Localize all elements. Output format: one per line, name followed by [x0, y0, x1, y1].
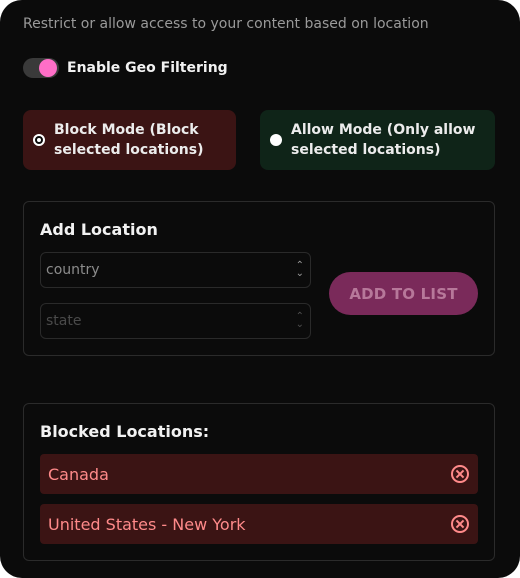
blocked-location-label: Canada [48, 464, 109, 484]
allow-mode-label: Allow Mode (Only allow selected location… [291, 122, 476, 158]
block-mode-radio[interactable] [33, 134, 45, 146]
blocked-location-item: Canada [40, 454, 478, 494]
state-select-value: state [46, 313, 82, 329]
add-location-section: Add Location country ⌃ ⌄ state ⌃ ⌄ ADD TO … [23, 201, 495, 356]
blocked-location-label: United States - New York [48, 514, 246, 534]
add-location-title: Add Location [40, 220, 158, 239]
add-to-list-button[interactable]: ADD TO LIST [329, 272, 478, 315]
block-mode-option[interactable]: Block Mode (Block selected locations) [23, 110, 236, 170]
blocked-locations-title: Blocked Locations: [40, 422, 210, 441]
country-select[interactable]: country ⌃ ⌄ [40, 252, 311, 288]
geo-filter-toggle-row[interactable]: Enable Geo Filtering [23, 58, 228, 78]
chevron-up-down-icon: ⌃ ⌄ [295, 311, 304, 330]
block-mode-label: Block Mode (Block selected locations) [54, 122, 204, 158]
blocked-locations-section: Blocked Locations: Canada United States … [23, 403, 495, 561]
allow-mode-option[interactable]: Allow Mode (Only allow selected location… [260, 110, 495, 170]
blocked-location-item: United States - New York [40, 504, 478, 544]
geo-filter-panel: Restrict or allow access to your content… [0, 0, 520, 578]
allow-mode-radio[interactable] [270, 134, 282, 146]
panel-description: Restrict or allow access to your content… [23, 16, 429, 32]
geo-filter-toggle[interactable] [23, 58, 59, 78]
remove-circle-x-icon[interactable] [451, 465, 469, 483]
geo-filter-label: Enable Geo Filtering [67, 60, 228, 76]
toggle-knob [39, 59, 57, 77]
state-select[interactable]: state ⌃ ⌄ [40, 303, 311, 339]
chevron-up-down-icon: ⌃ ⌄ [295, 260, 304, 279]
remove-circle-x-icon[interactable] [451, 515, 469, 533]
country-select-value: country [46, 262, 100, 278]
